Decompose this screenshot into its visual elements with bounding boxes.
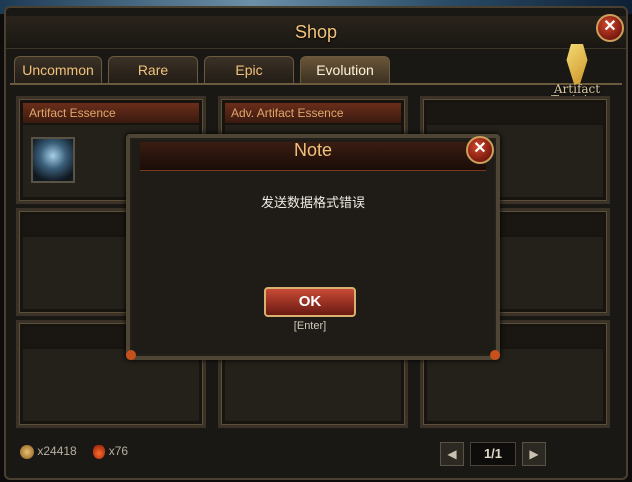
prev-page-button[interactable]: ◀ <box>440 442 464 466</box>
dialog-message: 发送数据格式错误 <box>260 195 365 210</box>
tab-rare[interactable]: Rare <box>108 56 198 84</box>
crystal-gem-icon <box>31 137 75 183</box>
card-title: Artifact Essence <box>23 103 199 123</box>
page-indicator: 1/1 <box>470 442 516 466</box>
coin-count: x24418 <box>37 444 77 458</box>
dialog-close-button[interactable]: ✕ <box>466 136 494 164</box>
enter-hint: [Enter] <box>293 320 327 332</box>
artifact-hammer-icon <box>566 44 588 84</box>
tab-uncommon[interactable]: Uncommon <box>14 56 102 84</box>
arrow-right-icon: ▶ <box>529 447 539 461</box>
corner-ornament <box>126 350 136 360</box>
close-icon: ✕ <box>603 18 617 35</box>
tab-divider <box>10 83 622 85</box>
card-title: Adv. Artifact Essence <box>225 103 401 123</box>
corner-ornament <box>490 350 500 360</box>
currency-bar: x24418 x76 <box>20 444 128 459</box>
tab-epic[interactable]: Epic <box>204 56 294 84</box>
next-page-button[interactable]: ▶ <box>522 442 546 466</box>
shop-title: Shop <box>294 22 338 42</box>
shop-close-button[interactable]: ✕ <box>596 14 624 42</box>
tab-evolution[interactable]: Evolution <box>300 56 390 84</box>
ok-button[interactable]: OK <box>264 287 356 317</box>
close-icon: ✕ <box>473 140 487 157</box>
ember-icon <box>93 444 106 459</box>
ember-count: x76 <box>108 444 129 458</box>
coin-icon <box>20 444 34 459</box>
dialog-title: Note <box>293 140 333 160</box>
arrow-left-icon: ◀ <box>447 447 457 461</box>
card-title <box>427 103 603 123</box>
